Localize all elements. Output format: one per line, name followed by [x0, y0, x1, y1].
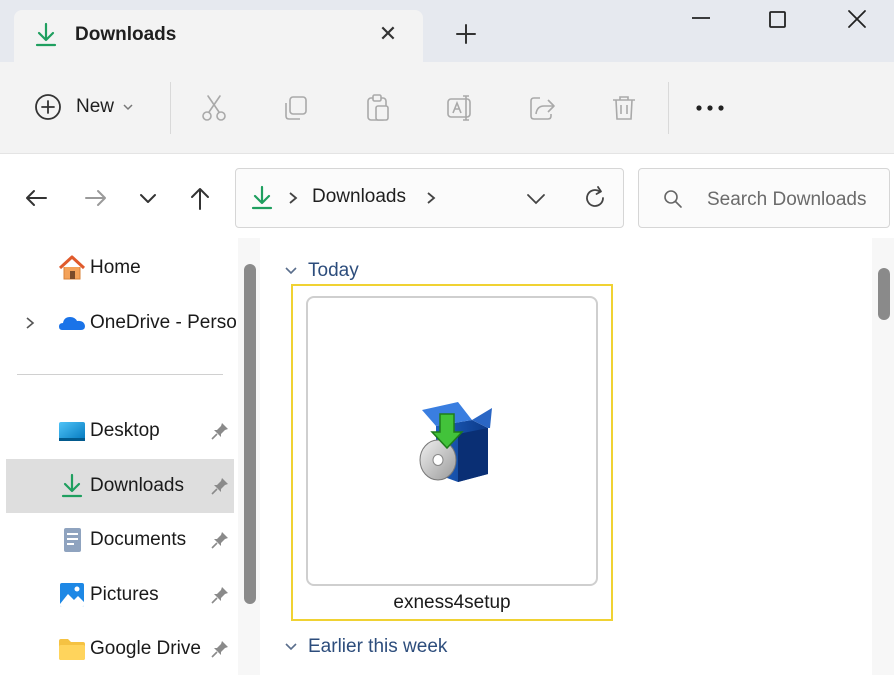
close-tab-button[interactable]: ✕ [376, 22, 400, 46]
content-scrollbar-thumb[interactable] [878, 268, 890, 320]
folder-icon [59, 639, 85, 660]
download-arrow-icon [251, 185, 273, 210]
group-header-today[interactable]: Today [284, 260, 359, 282]
sidebar-item-label: Desktop [90, 420, 160, 441]
forward-arrow-icon[interactable] [82, 184, 110, 212]
refresh-icon[interactable] [581, 184, 609, 212]
cut-icon[interactable] [198, 92, 230, 124]
pin-icon[interactable] [210, 476, 230, 496]
title-bar: Downloads ✕ [0, 0, 894, 62]
ellipsis-icon[interactable] [694, 98, 728, 118]
sidebar-item-pictures[interactable]: Pictures [6, 568, 234, 622]
address-dropdown-icon[interactable] [524, 187, 548, 211]
file-name: exness4setup [393, 592, 511, 613]
new-button[interactable]: New [34, 91, 134, 123]
sidebar-item-google-drive[interactable]: Google Drive [6, 622, 234, 675]
up-arrow-icon[interactable] [186, 184, 214, 212]
rename-icon[interactable] [444, 92, 476, 124]
pin-icon[interactable] [210, 639, 230, 659]
sidebar-item-documents[interactable]: Documents [6, 513, 234, 567]
sidebar-item-label: Google Drive [90, 638, 201, 659]
sidebar-item-label: Documents [90, 529, 187, 550]
minimize-button[interactable] [684, 8, 718, 36]
paste-icon[interactable] [362, 92, 394, 124]
command-separator [170, 82, 171, 134]
chevron-down-icon [285, 267, 297, 275]
desktop-icon [59, 422, 85, 441]
installer-box-icon [419, 402, 492, 482]
sidebar-item-label: Downloads [90, 475, 184, 496]
download-arrow-icon [35, 22, 57, 47]
sidebar-item-label: OneDrive - Perso [90, 312, 237, 333]
chevron-right-icon[interactable] [424, 189, 438, 207]
new-tab-button[interactable] [452, 20, 480, 48]
documents-icon [64, 528, 81, 552]
back-arrow-icon[interactable] [22, 184, 50, 212]
sidebar-divider [17, 374, 223, 375]
chevron-down-icon [123, 104, 133, 111]
group-header-earlier-this-week[interactable]: Earlier this week [284, 636, 447, 658]
maximize-button[interactable] [760, 8, 794, 36]
file-item[interactable]: exness4setup [291, 284, 613, 621]
content-scrollbar[interactable] [872, 238, 894, 675]
plus-circle-icon [35, 94, 61, 120]
group-label: Today [308, 260, 359, 281]
tab-title: Downloads [75, 24, 177, 45]
breadcrumb-downloads[interactable]: Downloads [312, 186, 406, 208]
sidebar-item-onedrive[interactable]: OneDrive - Perso [6, 296, 237, 350]
sidebar-item-label: Pictures [90, 584, 159, 605]
sidebar-item-label: Home [90, 257, 141, 278]
pin-icon[interactable] [210, 585, 230, 605]
chevron-right-icon[interactable] [22, 314, 38, 332]
search-icon [664, 190, 682, 208]
address-bar[interactable]: Downloads [235, 168, 624, 228]
delete-icon[interactable] [608, 92, 640, 124]
chevron-down-icon [285, 643, 297, 651]
file-list: Today exness4setup Earlier this week [268, 238, 894, 675]
sidebar-item-downloads[interactable]: Downloads [6, 459, 234, 513]
pin-icon[interactable] [210, 530, 230, 550]
search-box[interactable]: Search Downloads [638, 168, 890, 228]
pictures-icon [60, 583, 84, 607]
download-arrow-icon [61, 473, 83, 498]
chevron-right-icon[interactable] [286, 189, 300, 207]
recent-chevron-icon[interactable] [134, 184, 162, 212]
sidebar-item-desktop[interactable]: Desktop [6, 404, 234, 458]
close-window-button[interactable] [840, 8, 874, 36]
onedrive-cloud-icon [59, 317, 85, 330]
pin-icon[interactable] [210, 421, 230, 441]
sidebar-item-home[interactable]: Home [6, 241, 234, 295]
navigation-pane: Home OneDrive - Perso Desktop Downloads [0, 238, 260, 675]
copy-icon[interactable] [280, 92, 312, 124]
command-bar: New [0, 62, 894, 154]
tab-downloads[interactable]: Downloads ✕ [14, 10, 423, 62]
home-icon [58, 255, 86, 280]
new-button-label: New [76, 96, 115, 117]
search-placeholder: Search Downloads [707, 189, 867, 210]
file-thumbnail [306, 296, 598, 586]
group-label: Earlier this week [308, 636, 448, 657]
share-icon[interactable] [526, 92, 558, 124]
command-separator [668, 82, 669, 134]
sidebar-scrollbar-thumb[interactable] [244, 264, 256, 604]
sidebar-scrollbar[interactable] [238, 238, 260, 675]
navigation-row: Downloads Search Downloads [0, 154, 894, 238]
